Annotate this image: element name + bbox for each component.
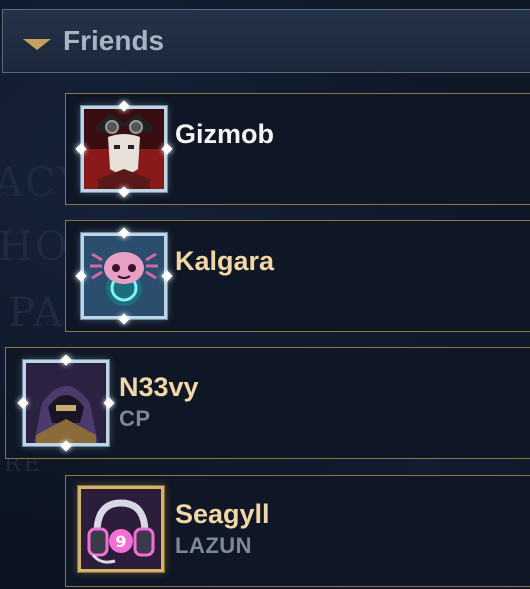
svg-text:9: 9 [115,532,126,551]
avatar [75,227,173,325]
caret-down-icon [23,38,51,50]
friend-row-seagyll[interactable]: 9 Seagyll LAZUN [65,475,530,587]
background-text: HO [0,224,70,270]
friends-section-header[interactable]: Friends [2,9,530,73]
masked-champion-icon [84,109,164,189]
avatar [75,100,173,198]
section-title: Friends [63,25,165,56]
hooded-champion-icon [26,363,106,443]
avatar: 9 [78,486,164,572]
avatar [17,354,115,452]
axolotl-icon [84,236,164,316]
friend-name: Kalgara [175,246,275,276]
friend-row-gizmob[interactable]: Gizmob [65,93,530,205]
friend-status: CP [119,406,151,431]
background-text: PA [8,290,65,336]
friend-name: Seagyll [175,499,270,529]
friend-status: LAZUN [175,533,253,558]
friend-name: N33vy [119,372,199,402]
headphones-icon: 9 [81,489,161,569]
friend-name: Gizmob [175,119,274,149]
friend-row-n33vy[interactable]: N33vy CP [5,347,530,459]
friend-row-kalgara[interactable]: Kalgara [65,220,530,332]
